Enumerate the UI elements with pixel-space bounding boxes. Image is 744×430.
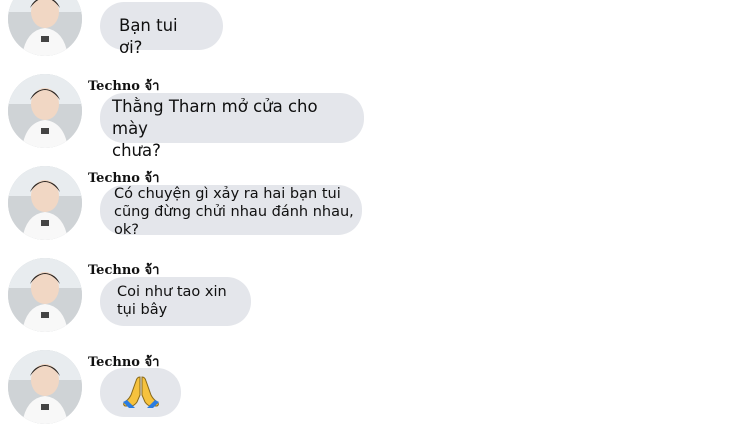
message-bubble[interactable]: Thằng Tharn mở cửa cho mày chưa? (100, 93, 364, 160)
message-text: Thằng Tharn mở cửa cho mày chưa? (112, 97, 318, 160)
avatar-photo (8, 350, 82, 424)
avatar-photo (8, 0, 82, 56)
avatar-photo (8, 166, 82, 240)
message-text: Bạn tui ơi? (119, 16, 178, 57)
chat-thread: Bạn tui ơi? Techno จ้า Thằng Tharn mở cử… (0, 0, 744, 430)
chat-message: Techno จ้า Có chuyện gì xảy ra hai bạn t… (0, 162, 744, 244)
message-bubble[interactable]: Có chuyện gì xảy ra hai bạn tui cũng đừn… (100, 185, 362, 238)
chat-message: Bạn tui ơi? (0, 0, 744, 60)
folded-hands-icon (123, 375, 159, 409)
message-text: Coi như tao xin tụi bây (117, 284, 227, 318)
message-bubble[interactable]: Coi như tao xin tụi bây (100, 277, 251, 326)
message-bubble[interactable] (100, 368, 181, 417)
avatar[interactable] (8, 166, 82, 240)
avatar-photo (8, 258, 82, 332)
avatar[interactable] (8, 74, 82, 148)
chat-message: Techno จ้า Coi như tao xin tụi bây (0, 254, 744, 336)
avatar-photo (8, 74, 82, 148)
avatar[interactable] (8, 350, 82, 424)
message-text: Có chuyện gì xảy ra hai bạn tui cũng đừn… (114, 186, 354, 238)
avatar[interactable] (8, 0, 82, 56)
chat-message: Techno จ้า (0, 346, 744, 430)
avatar[interactable] (8, 258, 82, 332)
message-bubble[interactable]: Bạn tui ơi? (100, 2, 223, 57)
chat-message: Techno จ้า Thằng Tharn mở cửa cho mày ch… (0, 70, 744, 160)
